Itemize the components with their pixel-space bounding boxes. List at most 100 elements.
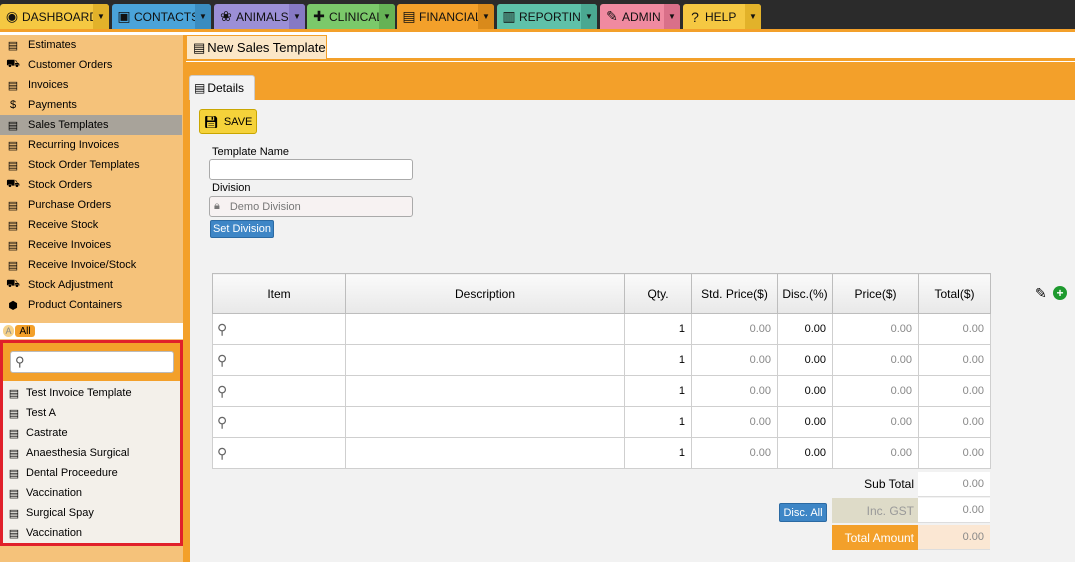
- page-tab-new-sales-template[interactable]: ▤ New Sales Template: [186, 35, 327, 59]
- chevron-down-icon[interactable]: ▼: [289, 4, 305, 29]
- column-header-disc[interactable]: Disc.(%): [777, 273, 833, 314]
- description-cell[interactable]: [345, 375, 625, 407]
- pencil-icon[interactable]: ✎: [1035, 285, 1047, 302]
- column-header-qty[interactable]: Qty.: [624, 273, 692, 314]
- save-button-label: SAVE: [223, 115, 253, 128]
- qty-cell[interactable]: 1: [624, 406, 692, 438]
- sidebar-item-purchase-orders[interactable]: ▤ Purchase Orders: [0, 195, 182, 215]
- price-cell: 0.00: [832, 437, 919, 469]
- sidebar-item-product-containers[interactable]: ⬢ Product Containers: [0, 295, 182, 315]
- nav-tab-reporting[interactable]: ▥ REPORTING ▼: [497, 4, 597, 29]
- template-list-item[interactable]: ▤ Surgical Spay: [3, 503, 180, 523]
- qty-cell[interactable]: 1: [624, 437, 692, 469]
- qty-cell[interactable]: 1: [624, 344, 692, 376]
- template-search-input[interactable]: ⚲: [10, 351, 174, 373]
- disc-cell[interactable]: 0.00: [777, 406, 833, 438]
- template-list-item[interactable]: ▤ Test A: [3, 403, 180, 423]
- sidebar-item-receive-stock[interactable]: ▤ Receive Stock: [0, 215, 182, 235]
- template-list-item[interactable]: ▤ Vaccination: [3, 523, 180, 543]
- nav-tab-contacts[interactable]: ▣ CONTACTS ▼: [112, 4, 211, 29]
- sidebar-item-invoices[interactable]: ▤ Invoices: [0, 75, 182, 95]
- description-cell[interactable]: [345, 344, 625, 376]
- sidebar-item-recurring-invoices[interactable]: ▤ Recurring Invoices: [0, 135, 182, 155]
- sales-template-icon: ▤: [8, 447, 20, 460]
- chevron-down-icon[interactable]: ▼: [664, 4, 680, 29]
- set-division-button[interactable]: Set Division: [210, 220, 274, 238]
- column-header-description[interactable]: Description: [345, 273, 625, 314]
- sidebar-item-stock-orders[interactable]: ⛟ Stock Orders: [0, 175, 182, 195]
- chevron-down-icon[interactable]: ▼: [379, 4, 395, 29]
- nav-tab-financial[interactable]: ▤ FINANCIAL ▼: [397, 4, 494, 29]
- sidebar-item-payments[interactable]: $ Payments: [0, 95, 182, 115]
- stock-order-template-icon: ▤: [7, 159, 19, 172]
- template-list-item[interactable]: ▤ Anaesthesia Surgical: [3, 443, 180, 463]
- total-cell: 0.00: [918, 344, 991, 376]
- total-cell: 0.00: [918, 437, 991, 469]
- item-cell[interactable]: ⚲: [212, 437, 346, 469]
- item-cell[interactable]: ⚲: [212, 344, 346, 376]
- nav-tab-animals[interactable]: ❀ ANIMALS ▼: [214, 4, 305, 29]
- nav-tab-clinical[interactable]: ✚ CLINICAL ▼: [307, 4, 395, 29]
- save-button[interactable]: 💾︎ SAVE: [199, 109, 257, 134]
- column-header-total[interactable]: Total($): [918, 273, 991, 314]
- search-icon[interactable]: ⚲: [217, 321, 227, 337]
- nav-tab-dashboard[interactable]: ◉ DASHBOARD ▼: [0, 4, 109, 29]
- column-header-item[interactable]: Item: [212, 273, 346, 314]
- template-filter-bar: A All: [0, 323, 183, 339]
- template-label: Dental Proceedure: [26, 467, 118, 479]
- price-cell: 0.00: [832, 344, 919, 376]
- receive-stock-icon: ▤: [7, 219, 19, 232]
- filter-all[interactable]: All: [15, 325, 35, 337]
- chevron-down-icon[interactable]: ▼: [478, 4, 494, 29]
- sidebar-item-receive-invoice-stock[interactable]: ▤ Receive Invoice/Stock: [0, 255, 182, 275]
- qty-cell[interactable]: 1: [624, 375, 692, 407]
- chevron-down-icon[interactable]: ▼: [93, 4, 109, 29]
- item-cell[interactable]: ⚲: [212, 375, 346, 407]
- sidebar-item-label: Payments: [28, 99, 77, 111]
- division-value: Demo Division: [229, 200, 301, 213]
- qty-cell[interactable]: 1: [624, 313, 692, 345]
- chevron-down-icon[interactable]: ▼: [581, 4, 597, 29]
- template-list-item[interactable]: ▤ Test Invoice Template: [3, 383, 180, 403]
- disc-cell[interactable]: 0.00: [777, 344, 833, 376]
- search-icon[interactable]: ⚲: [217, 414, 227, 430]
- sidebar-item-stock-adjustment[interactable]: ⛟ Stock Adjustment: [0, 275, 182, 295]
- column-header-std-price[interactable]: Std. Price($): [691, 273, 778, 314]
- item-cell[interactable]: ⚲: [212, 406, 346, 438]
- template-list-item[interactable]: ▤ Vaccination: [3, 483, 180, 503]
- purchase-order-icon: ▤: [7, 199, 19, 212]
- sidebar-item-stock-order-templates[interactable]: ▤ Stock Order Templates: [0, 155, 182, 175]
- template-name-input[interactable]: [209, 159, 413, 180]
- sales-template-list-panel: ⚲ ▤ Test Invoice Template ▤ Test A ▤ Castra…: [0, 340, 183, 546]
- description-cell[interactable]: [345, 313, 625, 345]
- column-header-price[interactable]: Price($): [832, 273, 919, 314]
- search-icon[interactable]: ⚲: [217, 352, 227, 368]
- add-row-icon[interactable]: +: [1053, 286, 1067, 300]
- nav-tab-help[interactable]: ? HELP ▼: [683, 4, 761, 29]
- template-list-item[interactable]: ▤ Castrate: [3, 423, 180, 443]
- disc-all-button[interactable]: Disc. All: [779, 503, 827, 522]
- search-icon[interactable]: ⚲: [217, 383, 227, 399]
- disc-cell[interactable]: 0.00: [777, 437, 833, 469]
- template-list-item[interactable]: ▤ Dental Proceedure: [3, 463, 180, 483]
- nav-tab-admin[interactable]: ✎ ADMIN ▼: [600, 4, 680, 29]
- chevron-down-icon[interactable]: ▼: [745, 4, 761, 29]
- sidebar-item-receive-invoices[interactable]: ▤ Receive Invoices: [0, 235, 182, 255]
- search-icon: ⚲: [15, 354, 25, 369]
- description-cell[interactable]: [345, 406, 625, 438]
- filter-a[interactable]: A: [3, 325, 14, 337]
- search-icon[interactable]: ⚲: [217, 445, 227, 461]
- sidebar-item-sales-templates[interactable]: ▤ Sales Templates: [0, 115, 182, 135]
- disc-cell[interactable]: 0.00: [777, 375, 833, 407]
- description-cell[interactable]: [345, 437, 625, 469]
- price-cell: 0.00: [832, 406, 919, 438]
- invoice-icon: ▤: [7, 79, 19, 92]
- sales-template-icon: ▤: [8, 387, 20, 400]
- disc-cell[interactable]: 0.00: [777, 313, 833, 345]
- item-cell[interactable]: ⚲: [212, 313, 346, 345]
- template-label: Test Invoice Template: [26, 387, 132, 399]
- sidebar-item-customer-orders[interactable]: ⛟ Customer Orders: [0, 55, 182, 75]
- chevron-down-icon[interactable]: ▼: [195, 4, 211, 29]
- sidebar-item-estimates[interactable]: ▤ Estimates: [0, 35, 182, 55]
- tab-details[interactable]: ▤ Details: [189, 75, 255, 100]
